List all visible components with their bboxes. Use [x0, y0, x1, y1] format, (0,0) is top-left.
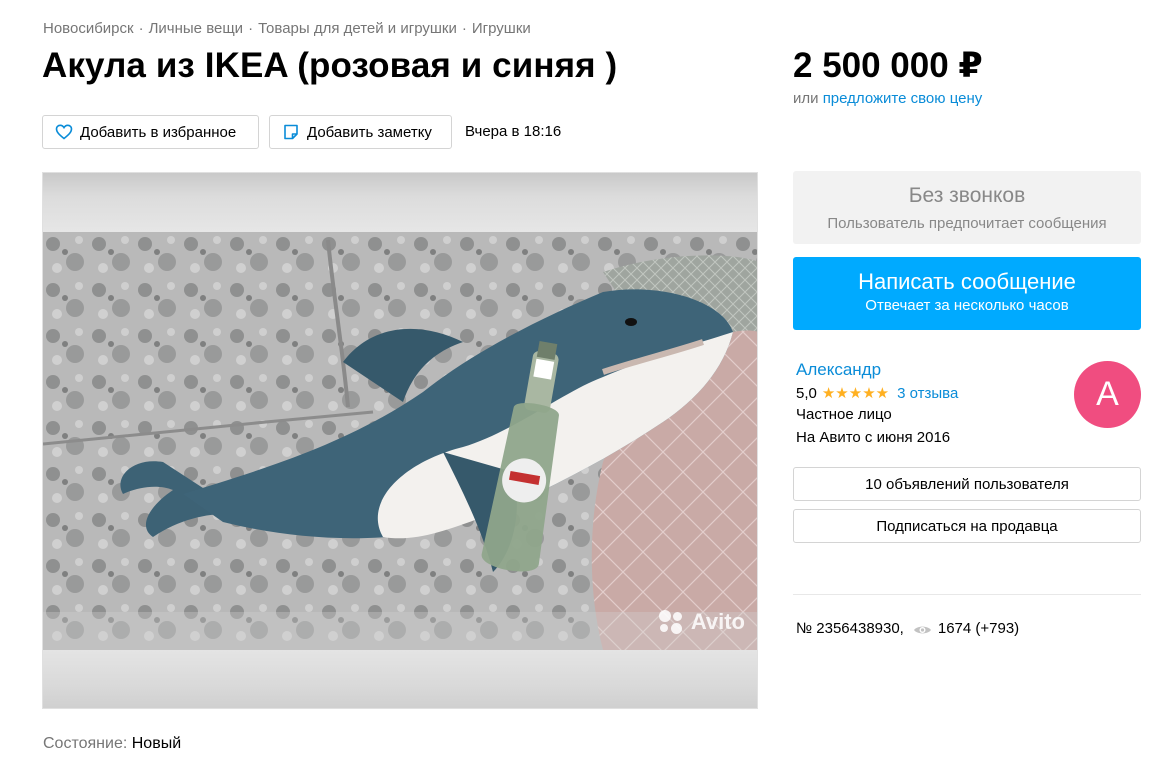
add-note-label: Добавить заметку [307, 123, 432, 141]
rating-stars-icon: ★★★★★ [821, 385, 890, 402]
item-number: № 2356438930, [796, 620, 904, 637]
add-note-button[interactable]: Добавить заметку [269, 115, 452, 149]
no-calls-title: Без звонков [908, 184, 1026, 207]
no-calls-notice: Без звонков Пользователь предпочитает со… [793, 171, 1141, 244]
add-to-favorites-button[interactable]: Добавить в избранное [42, 115, 259, 149]
item-condition: Состояние: Новый [43, 735, 181, 753]
condition-label: Состояние: [43, 735, 128, 752]
views-count: 1674 (+793) [937, 620, 1020, 637]
add-to-favorites-label: Добавить в избранное [80, 123, 237, 141]
price: 2 500 000 ₽ [793, 46, 983, 85]
item-photo[interactable]: Avito [43, 232, 757, 650]
publish-date: Вчера в 18:16 [465, 123, 562, 140]
breadcrumb-item-personal[interactable]: Личные вещи [149, 20, 243, 37]
no-calls-subtitle: Пользователь предпочитает сообщения [827, 215, 1107, 232]
photo-gallery[interactable]: Avito [42, 172, 758, 709]
write-message-button[interactable]: Написать сообщение Отвечает за несколько… [793, 257, 1141, 330]
write-message-label: Написать сообщение [858, 269, 1076, 294]
breadcrumb-item-toys[interactable]: Игрушки [472, 20, 531, 37]
reviews-link[interactable]: 3 отзыва [897, 385, 958, 402]
heart-icon [55, 123, 73, 141]
photo-blur-top [43, 173, 757, 232]
seller-since: На Авито с июня 2016 [796, 429, 951, 446]
seller-ads-button[interactable]: 10 объявлений пользователя [793, 467, 1141, 501]
condition-value: Новый [131, 735, 182, 752]
breadcrumb: Новосибирск · Личные вещи · Товары для детей… [43, 20, 531, 37]
breadcrumb-separator: · [248, 20, 254, 37]
seller-rating: 5,0 ★★★★★ 3 отзыва [796, 384, 958, 403]
price-offer: или предложите свою цену [793, 90, 982, 107]
seller-name-link[interactable]: Александр [796, 360, 881, 380]
subscribe-seller-button[interactable]: Подписаться на продавца [793, 509, 1141, 543]
offer-price-link[interactable]: предложите свою цену [823, 90, 983, 107]
seller-type: Частное лицо [796, 406, 892, 423]
photo-blur-bottom [43, 650, 757, 708]
page-title: Акула из IKEA (розовая и синяя ) [42, 46, 618, 85]
avatar[interactable]: А [1074, 361, 1141, 428]
breadcrumb-item-city[interactable]: Новосибирск [43, 20, 134, 37]
eye-icon [913, 623, 932, 635]
note-icon [282, 123, 300, 141]
avito-watermark: Avito [657, 608, 745, 636]
breadcrumb-item-kids[interactable]: Товары для детей и игрушки [258, 20, 457, 37]
breadcrumb-separator: · [138, 20, 144, 37]
divider [793, 594, 1141, 595]
item-meta: № 2356438930, 1674 (+793) [796, 620, 1019, 637]
avito-logo-icon [657, 608, 685, 636]
breadcrumb-separator: · [461, 20, 467, 37]
rating-value: 5,0 [796, 384, 817, 402]
price-offer-prefix: или [793, 90, 819, 107]
response-time: Отвечает за несколько часов [865, 297, 1069, 314]
watermark-text: Avito [690, 609, 745, 634]
